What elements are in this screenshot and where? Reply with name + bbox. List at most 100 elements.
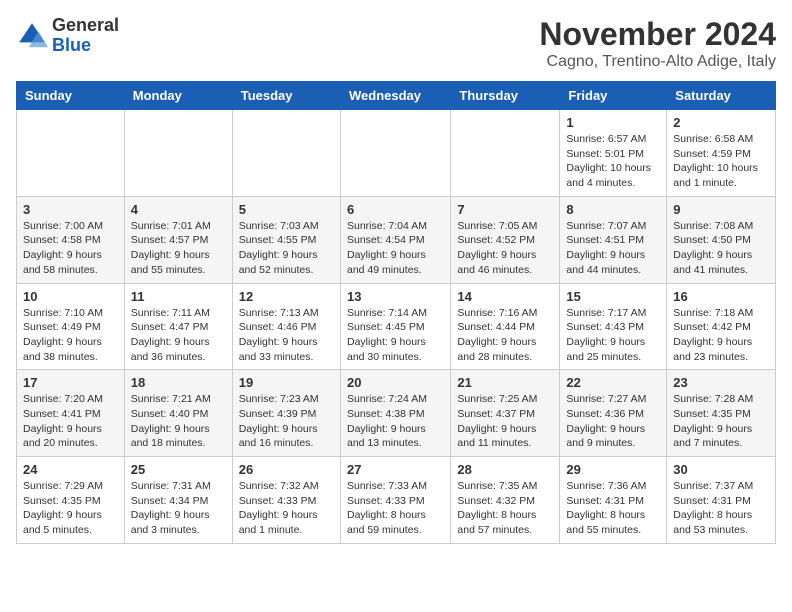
calendar-week-row: 17 Sunrise: 7:20 AM Sunset: 4:41 PM Dayli… [17, 370, 776, 457]
weekday-header-cell: Sunday [17, 82, 125, 110]
calendar-day-cell [124, 110, 232, 197]
day-info: Sunrise: 7:23 AM Sunset: 4:39 PM Dayligh… [239, 392, 334, 451]
day-number: 10 [23, 289, 118, 304]
calendar-week-row: 24 Sunrise: 7:29 AM Sunset: 4:35 PM Dayli… [17, 457, 776, 544]
calendar-week-row: 1 Sunrise: 6:57 AM Sunset: 5:01 PM Daylig… [17, 110, 776, 197]
weekday-header-cell: Monday [124, 82, 232, 110]
day-number: 24 [23, 462, 118, 477]
day-number: 17 [23, 375, 118, 390]
calendar-day-cell: 7 Sunrise: 7:05 AM Sunset: 4:52 PM Daylig… [451, 196, 560, 283]
calendar-day-cell: 27Sunrise: 7:33 AM Sunset: 4:33 PM Dayli… [340, 457, 450, 544]
day-number: 26 [239, 462, 334, 477]
calendar-day-cell: 19 Sunrise: 7:23 AM Sunset: 4:39 PM Dayli… [232, 370, 340, 457]
calendar-day-cell: 15Sunrise: 7:17 AM Sunset: 4:43 PM Dayli… [560, 283, 667, 370]
calendar-day-cell: 25Sunrise: 7:31 AM Sunset: 4:34 PM Dayli… [124, 457, 232, 544]
day-number: 30 [673, 462, 769, 477]
day-info: Sunrise: 7:10 AM Sunset: 4:49 PM Dayligh… [23, 306, 118, 365]
day-number: 28 [457, 462, 553, 477]
day-number: 22 [566, 375, 660, 390]
day-info: Sunrise: 7:32 AM Sunset: 4:33 PM Dayligh… [239, 479, 334, 538]
calendar-day-cell: 18 Sunrise: 7:21 AM Sunset: 4:40 PM Dayli… [124, 370, 232, 457]
calendar-week-row: 3Sunrise: 7:00 AM Sunset: 4:58 PM Daylig… [17, 196, 776, 283]
calendar-day-cell [232, 110, 340, 197]
day-number: 18 [131, 375, 226, 390]
weekday-header-cell: Wednesday [340, 82, 450, 110]
day-number: 16 [673, 289, 769, 304]
calendar-day-cell: 23 Sunrise: 7:28 AM Sunset: 4:35 PM Dayli… [667, 370, 776, 457]
day-number: 14 [457, 289, 553, 304]
day-info: Sunrise: 7:18 AM Sunset: 4:42 PM Dayligh… [673, 306, 769, 365]
day-info: Sunrise: 6:58 AM Sunset: 4:59 PM Dayligh… [673, 132, 769, 191]
calendar-day-cell: 10 Sunrise: 7:10 AM Sunset: 4:49 PM Dayli… [17, 283, 125, 370]
weekday-header-cell: Thursday [451, 82, 560, 110]
calendar-day-cell: 29 Sunrise: 7:36 AM Sunset: 4:31 PM Dayli… [560, 457, 667, 544]
calendar-day-cell: 4Sunrise: 7:01 AM Sunset: 4:57 PM Daylig… [124, 196, 232, 283]
day-info: Sunrise: 7:13 AM Sunset: 4:46 PM Dayligh… [239, 306, 334, 365]
calendar-body: 1 Sunrise: 6:57 AM Sunset: 5:01 PM Daylig… [17, 110, 776, 544]
calendar-day-cell: 6 Sunrise: 7:04 AM Sunset: 4:54 PM Daylig… [340, 196, 450, 283]
day-number: 12 [239, 289, 334, 304]
day-info: Sunrise: 7:29 AM Sunset: 4:35 PM Dayligh… [23, 479, 118, 538]
weekday-header-row: SundayMondayTuesdayWednesdayThursdayFrid… [17, 82, 776, 110]
day-number: 11 [131, 289, 226, 304]
day-info: Sunrise: 7:17 AM Sunset: 4:43 PM Dayligh… [566, 306, 660, 365]
day-info: Sunrise: 6:57 AM Sunset: 5:01 PM Dayligh… [566, 132, 660, 191]
day-number: 20 [347, 375, 444, 390]
day-info: Sunrise: 7:16 AM Sunset: 4:44 PM Dayligh… [457, 306, 553, 365]
day-info: Sunrise: 7:11 AM Sunset: 4:47 PM Dayligh… [131, 306, 226, 365]
calendar-day-cell: 22Sunrise: 7:27 AM Sunset: 4:36 PM Dayli… [560, 370, 667, 457]
month-year-title: November 2024 [539, 16, 776, 53]
calendar-day-cell [17, 110, 125, 197]
day-info: Sunrise: 7:07 AM Sunset: 4:51 PM Dayligh… [566, 219, 660, 278]
calendar-day-cell: 26 Sunrise: 7:32 AM Sunset: 4:33 PM Dayli… [232, 457, 340, 544]
day-number: 9 [673, 202, 769, 217]
calendar-day-cell: 3Sunrise: 7:00 AM Sunset: 4:58 PM Daylig… [17, 196, 125, 283]
day-number: 6 [347, 202, 444, 217]
day-info: Sunrise: 7:33 AM Sunset: 4:33 PM Dayligh… [347, 479, 444, 538]
day-info: Sunrise: 7:14 AM Sunset: 4:45 PM Dayligh… [347, 306, 444, 365]
calendar-day-cell: 20 Sunrise: 7:24 AM Sunset: 4:38 PM Dayli… [340, 370, 450, 457]
day-number: 5 [239, 202, 334, 217]
calendar-day-cell: 8 Sunrise: 7:07 AM Sunset: 4:51 PM Daylig… [560, 196, 667, 283]
page-header: General Blue November 2024 Cagno, Trenti… [16, 16, 776, 71]
day-number: 29 [566, 462, 660, 477]
logo-icon [16, 20, 48, 52]
calendar-day-cell [451, 110, 560, 197]
calendar-day-cell: 9Sunrise: 7:08 AM Sunset: 4:50 PM Daylig… [667, 196, 776, 283]
calendar-day-cell: 28Sunrise: 7:35 AM Sunset: 4:32 PM Dayli… [451, 457, 560, 544]
day-number: 25 [131, 462, 226, 477]
logo-text: General Blue [52, 16, 119, 56]
day-info: Sunrise: 7:05 AM Sunset: 4:52 PM Dayligh… [457, 219, 553, 278]
calendar-day-cell: 17 Sunrise: 7:20 AM Sunset: 4:41 PM Dayli… [17, 370, 125, 457]
day-info: Sunrise: 7:01 AM Sunset: 4:57 PM Dayligh… [131, 219, 226, 278]
day-info: Sunrise: 7:00 AM Sunset: 4:58 PM Dayligh… [23, 219, 118, 278]
day-number: 7 [457, 202, 553, 217]
weekday-header-cell: Saturday [667, 82, 776, 110]
day-info: Sunrise: 7:03 AM Sunset: 4:55 PM Dayligh… [239, 219, 334, 278]
day-info: Sunrise: 7:04 AM Sunset: 4:54 PM Dayligh… [347, 219, 444, 278]
day-info: Sunrise: 7:37 AM Sunset: 4:31 PM Dayligh… [673, 479, 769, 538]
calendar-day-cell: 21 Sunrise: 7:25 AM Sunset: 4:37 PM Dayli… [451, 370, 560, 457]
calendar-day-cell: 11 Sunrise: 7:11 AM Sunset: 4:47 PM Dayli… [124, 283, 232, 370]
calendar-day-cell: 30 Sunrise: 7:37 AM Sunset: 4:31 PM Dayli… [667, 457, 776, 544]
calendar-day-cell: 14 Sunrise: 7:16 AM Sunset: 4:44 PM Dayli… [451, 283, 560, 370]
day-info: Sunrise: 7:20 AM Sunset: 4:41 PM Dayligh… [23, 392, 118, 451]
day-info: Sunrise: 7:36 AM Sunset: 4:31 PM Dayligh… [566, 479, 660, 538]
calendar-day-cell: 13Sunrise: 7:14 AM Sunset: 4:45 PM Dayli… [340, 283, 450, 370]
day-info: Sunrise: 7:24 AM Sunset: 4:38 PM Dayligh… [347, 392, 444, 451]
calendar-day-cell: 5 Sunrise: 7:03 AM Sunset: 4:55 PM Daylig… [232, 196, 340, 283]
calendar-day-cell: 1 Sunrise: 6:57 AM Sunset: 5:01 PM Daylig… [560, 110, 667, 197]
weekday-header-cell: Tuesday [232, 82, 340, 110]
day-number: 19 [239, 375, 334, 390]
day-number: 8 [566, 202, 660, 217]
day-number: 21 [457, 375, 553, 390]
calendar-day-cell: 2Sunrise: 6:58 AM Sunset: 4:59 PM Daylig… [667, 110, 776, 197]
day-number: 1 [566, 115, 660, 130]
day-info: Sunrise: 7:25 AM Sunset: 4:37 PM Dayligh… [457, 392, 553, 451]
title-section: November 2024 Cagno, Trentino-Alto Adige… [539, 16, 776, 71]
calendar-day-cell [340, 110, 450, 197]
day-number: 23 [673, 375, 769, 390]
calendar-table: SundayMondayTuesdayWednesdayThursdayFrid… [16, 81, 776, 544]
day-info: Sunrise: 7:28 AM Sunset: 4:35 PM Dayligh… [673, 392, 769, 451]
day-info: Sunrise: 7:21 AM Sunset: 4:40 PM Dayligh… [131, 392, 226, 451]
